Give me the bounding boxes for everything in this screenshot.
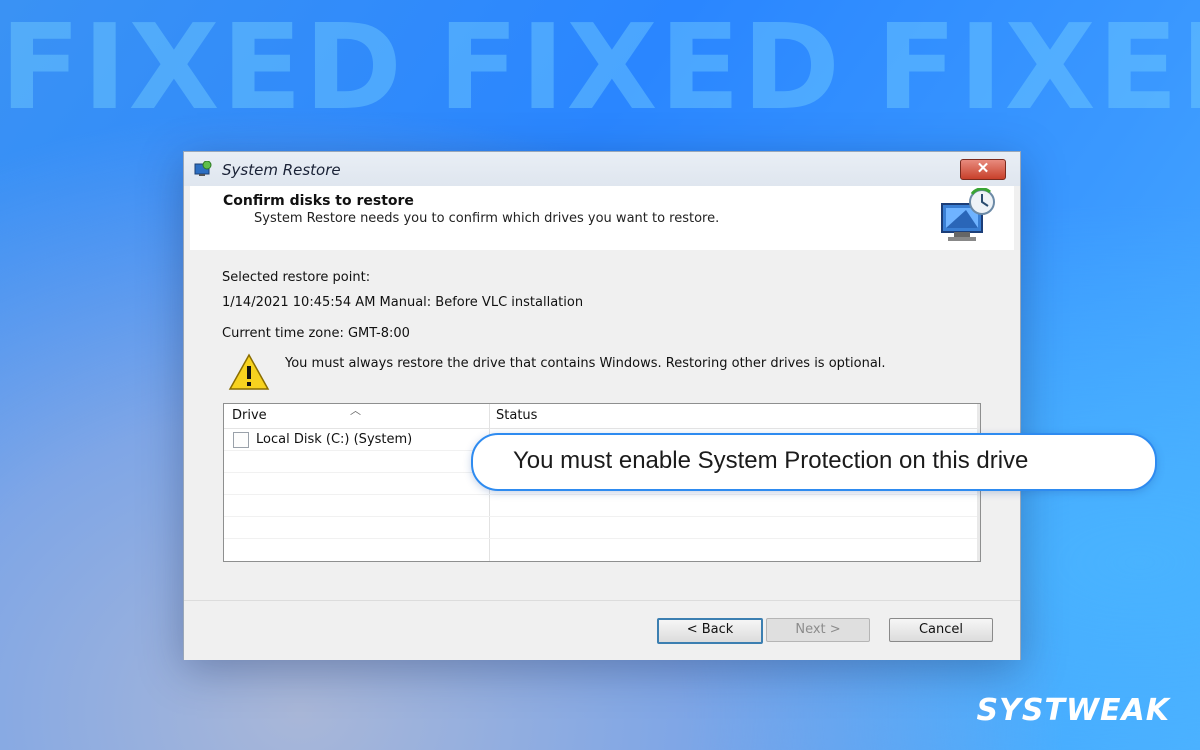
row-divider xyxy=(224,516,980,517)
row-divider xyxy=(224,494,980,495)
wizard-header: Confirm disks to restore System Restore … xyxy=(190,186,1014,251)
close-button[interactable]: ✕ xyxy=(960,159,1006,180)
column-header-drive[interactable]: Drive xyxy=(232,404,267,428)
selected-point-label: Selected restore point: xyxy=(222,270,371,285)
cancel-button[interactable]: Cancel xyxy=(889,618,993,642)
banner-word: FIXED xyxy=(0,0,405,136)
back-button[interactable]: < Back xyxy=(657,618,763,644)
next-button[interactable]: Next > xyxy=(766,618,870,642)
drive-checkbox[interactable] xyxy=(233,432,249,448)
fixed-banner: FIXEDFIXEDFIXED xyxy=(0,8,1200,126)
drive-name[interactable]: Local Disk (C:) (System) xyxy=(256,432,412,447)
system-restore-icon xyxy=(194,161,212,176)
window-title: System Restore xyxy=(222,161,341,179)
banner-word: FIXED xyxy=(438,0,843,136)
wizard-body: Selected restore point: 1/14/2021 10:45:… xyxy=(190,250,1014,600)
header-divider xyxy=(224,428,980,429)
header-subtitle: System Restore needs you to confirm whic… xyxy=(254,211,720,226)
header-title: Confirm disks to restore xyxy=(223,193,414,209)
callout-text: You must enable System Protection on thi… xyxy=(513,447,1029,474)
restore-point-value: 1/14/2021 10:45:54 AM Manual: Before VLC… xyxy=(222,295,584,310)
row-divider xyxy=(224,538,980,539)
warning-icon xyxy=(228,353,270,390)
system-restore-window: System Restore ✕ Confirm disks to restor… xyxy=(183,151,1021,660)
column-header-status[interactable]: Status xyxy=(496,404,537,428)
banner-word: FIXED xyxy=(876,0,1200,136)
warning-text: You must always restore the drive that c… xyxy=(285,356,886,371)
timezone-label: Current time zone: GMT-8:00 xyxy=(222,326,410,341)
title-bar[interactable]: System Restore ✕ xyxy=(184,152,1020,186)
wizard-footer: < Back Next > Cancel xyxy=(184,600,1020,660)
systweak-logo: SYSTWEAK xyxy=(976,693,1170,728)
protection-callout: You must enable System Protection on thi… xyxy=(471,433,1157,491)
sort-caret-icon: ︿ xyxy=(350,405,361,417)
restore-computer-icon xyxy=(941,188,995,241)
